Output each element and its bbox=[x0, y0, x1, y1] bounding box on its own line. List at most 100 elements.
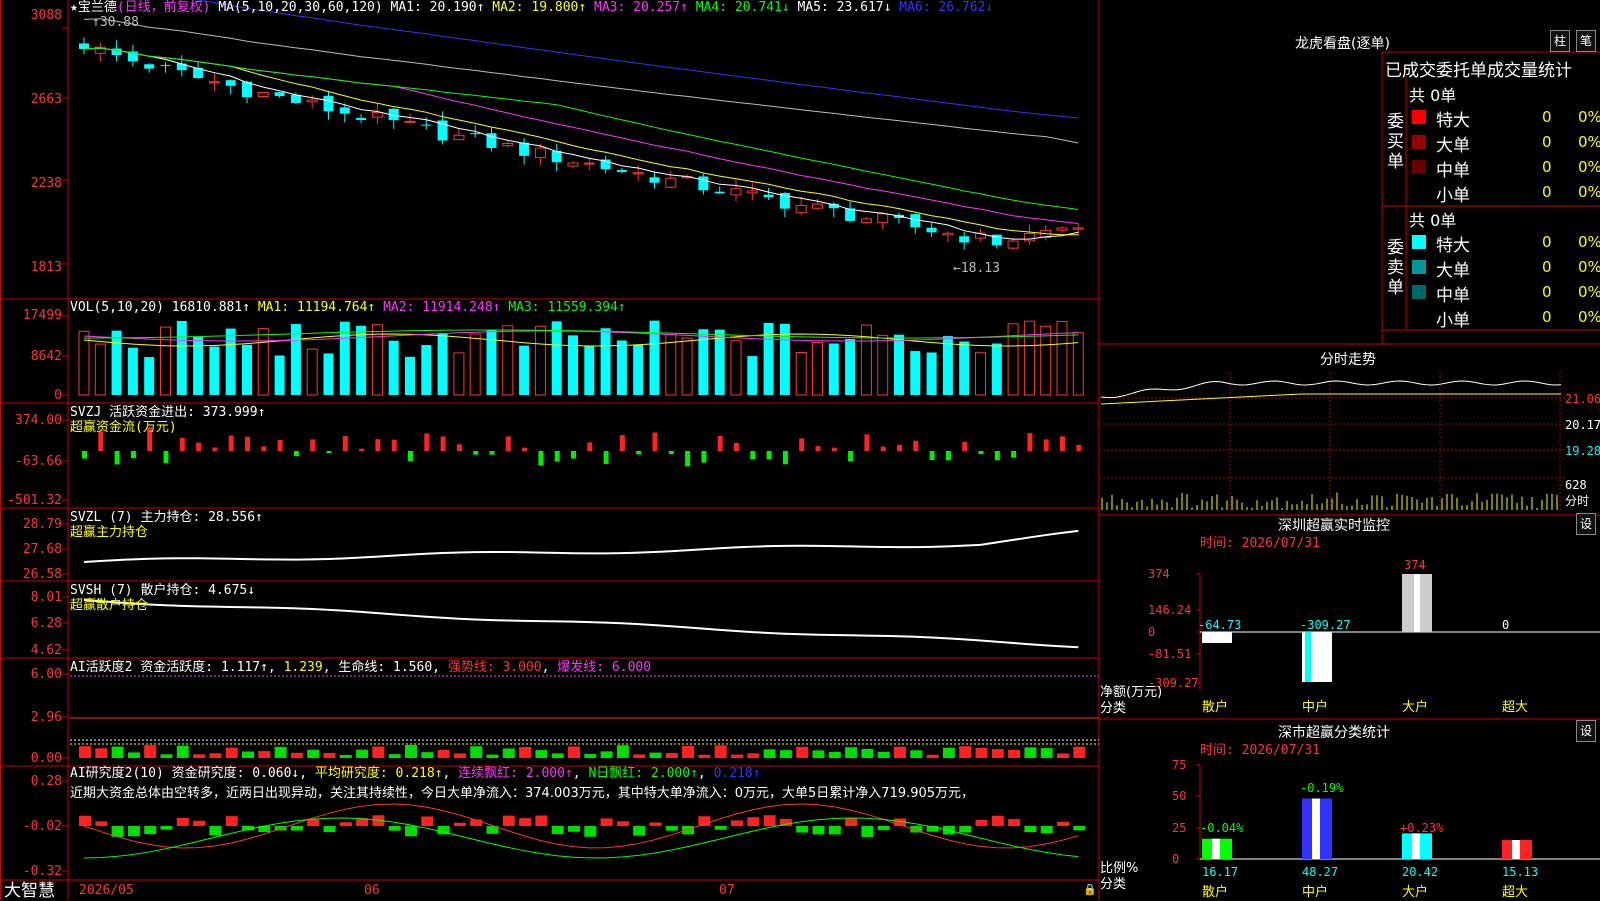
volume-bar bbox=[649, 320, 660, 395]
activity-bar bbox=[763, 749, 776, 758]
activity-bar bbox=[600, 751, 613, 758]
ma2-line bbox=[83, 47, 1079, 236]
order-percent: 0% bbox=[1578, 233, 1600, 251]
order-count: 0 bbox=[1542, 258, 1552, 276]
activity-bar bbox=[339, 754, 352, 758]
volume-bar bbox=[568, 335, 578, 395]
lock-icon[interactable]: 🔒 bbox=[1083, 883, 1097, 897]
activity-bar bbox=[225, 747, 238, 758]
flow-bar bbox=[636, 451, 642, 455]
flow-bar bbox=[799, 438, 805, 451]
monitor-settings-button[interactable]: 设 bbox=[1576, 513, 1596, 535]
flow-bar bbox=[701, 451, 707, 463]
candle-body bbox=[567, 162, 579, 167]
classify-category: 中户 bbox=[1302, 884, 1328, 900]
classify-ytick: 25 bbox=[1172, 821, 1186, 835]
volume-bar bbox=[975, 352, 986, 396]
research-bar bbox=[307, 819, 320, 826]
stock-terminal: 374 146.24 0 -81.51 -309.27 -64.73 -309.27 374 0… bbox=[0, 0, 1600, 900]
activity-bar bbox=[991, 749, 1004, 758]
classify-change: +0.23% bbox=[1400, 821, 1444, 835]
flow-bar bbox=[554, 451, 560, 462]
volume-bar bbox=[94, 343, 106, 396]
order-percent: 0% bbox=[1578, 258, 1600, 276]
research-bar bbox=[535, 815, 548, 826]
flow-bar bbox=[489, 451, 495, 455]
flow-bar bbox=[326, 451, 332, 454]
monitor-ytick: 146.24 bbox=[1148, 603, 1191, 617]
flow-bar bbox=[522, 447, 528, 451]
ma1-value: MA1: 20.190↑ bbox=[390, 0, 485, 15]
research-bar bbox=[519, 818, 532, 826]
volume-bar bbox=[910, 351, 921, 395]
bar-mode-button[interactable]: 柱 bbox=[1550, 30, 1570, 52]
order-percent: 0% bbox=[1578, 183, 1600, 201]
svsh-sub: 超赢散户持仓 bbox=[70, 598, 149, 613]
star-icon[interactable]: ★ bbox=[70, 0, 78, 15]
flow-bar bbox=[1027, 433, 1033, 451]
activity-bar bbox=[584, 754, 597, 758]
main-ytick: 3088 bbox=[30, 8, 62, 23]
lhkp-title: 龙虎看盘(逐单) bbox=[1295, 36, 1390, 52]
activity-bar bbox=[79, 746, 91, 758]
activity-bar bbox=[616, 745, 629, 758]
candle-body bbox=[1072, 227, 1084, 230]
flow-bar bbox=[750, 451, 756, 460]
candle-body bbox=[470, 133, 481, 135]
research-bar bbox=[127, 826, 140, 837]
activity-bar bbox=[910, 750, 923, 758]
classify-bar-highlight bbox=[1412, 833, 1420, 859]
stats-tabs[interactable]: 已成交委托单成交量统计 bbox=[1385, 56, 1572, 81]
flow-bar bbox=[359, 448, 365, 451]
volume-bar bbox=[747, 356, 758, 395]
legend-swatch bbox=[1412, 310, 1426, 324]
volume-bar bbox=[1007, 323, 1019, 396]
classify-ytick: 0 bbox=[1172, 852, 1179, 866]
research-bar bbox=[616, 821, 629, 826]
svsh-ytick: 4.62 bbox=[30, 643, 62, 658]
activity-bar bbox=[209, 753, 222, 758]
ai1-ytick: 2.96 bbox=[30, 710, 62, 725]
candlestick-series bbox=[79, 37, 1084, 251]
activity-bar bbox=[698, 754, 711, 758]
activity-bar bbox=[877, 751, 890, 758]
flow-bar bbox=[473, 451, 479, 455]
volume-bar bbox=[877, 334, 889, 396]
volume-bar bbox=[681, 337, 693, 396]
research-bar bbox=[877, 826, 890, 831]
activity-bar bbox=[551, 753, 564, 758]
candle-body bbox=[812, 203, 823, 209]
activity-bar bbox=[828, 751, 841, 758]
research-bar bbox=[95, 821, 108, 826]
period-label[interactable]: (日线，前复权) bbox=[117, 0, 211, 15]
activity-bar bbox=[1040, 748, 1053, 758]
candle-body bbox=[942, 232, 954, 236]
classify-settings-button[interactable]: 设 bbox=[1576, 720, 1596, 742]
flow-bar bbox=[82, 451, 87, 459]
research-bar bbox=[209, 826, 222, 836]
tick-mode-button[interactable]: 笔 bbox=[1576, 30, 1596, 52]
activity-bar bbox=[258, 751, 271, 758]
monitor-bar-retail bbox=[1202, 632, 1232, 643]
candle-body bbox=[649, 177, 660, 183]
activity-bar bbox=[665, 753, 678, 758]
low-note: ←18.13 bbox=[953, 261, 1000, 276]
intraday-price: 21.06 bbox=[1565, 392, 1600, 406]
activity-bar bbox=[861, 748, 874, 758]
activity-bar bbox=[470, 746, 483, 758]
ai2-header: AI研究度2(10) 资金研究度: 0.060↓, 平均研究度: 0.218↑,… bbox=[70, 766, 761, 781]
research-bar bbox=[193, 820, 206, 826]
activity-bar bbox=[356, 749, 369, 758]
flow-bar bbox=[766, 451, 772, 460]
intraday-price-line bbox=[1100, 380, 1562, 398]
candle-body bbox=[306, 99, 318, 103]
candle-body bbox=[257, 92, 269, 97]
activity-bar bbox=[1024, 747, 1037, 758]
classify-category: 超大 bbox=[1502, 885, 1528, 900]
research-bar bbox=[828, 826, 841, 835]
research-bar bbox=[861, 826, 874, 837]
research-bar bbox=[649, 822, 662, 826]
classify-time: 时间: 2026/07/31 bbox=[1200, 743, 1320, 758]
candle-body bbox=[763, 194, 774, 198]
volume-bar bbox=[665, 334, 677, 396]
